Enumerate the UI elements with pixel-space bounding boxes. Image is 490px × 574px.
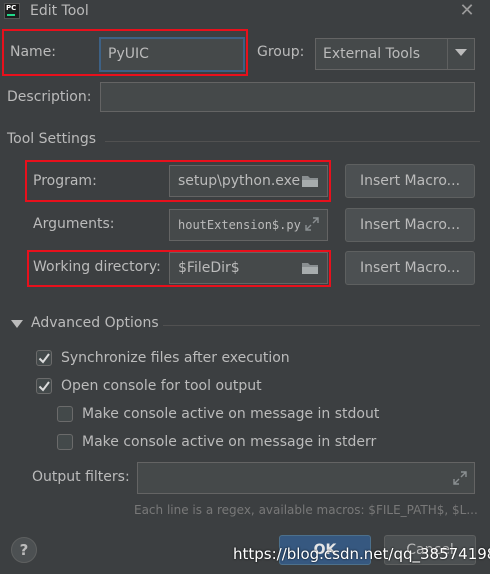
working-directory-label: Working directory: xyxy=(33,259,161,275)
advanced-options-separator xyxy=(163,325,480,326)
synchronize-files-checkbox[interactable] xyxy=(36,350,52,366)
close-icon[interactable]: ✕ xyxy=(458,0,476,22)
console-active-stderr-label: Make console active on message in stderr xyxy=(82,434,377,450)
synchronize-files-label: Synchronize files after execution xyxy=(61,350,290,366)
console-active-stdout-checkbox[interactable] xyxy=(57,406,73,422)
folder-icon[interactable] xyxy=(301,261,319,275)
program-value: setup\python.exe xyxy=(178,173,301,189)
program-insert-macro-button[interactable]: Insert Macro... xyxy=(345,164,475,198)
pycharm-icon: PC xyxy=(4,3,20,19)
arguments-insert-macro-button[interactable]: Insert Macro... xyxy=(345,208,475,242)
tool-settings-separator xyxy=(105,141,480,142)
group-select-value: External Tools xyxy=(323,46,421,62)
expand-icon[interactable] xyxy=(305,217,319,231)
group-label: Group: xyxy=(257,44,305,60)
output-filters-hint: Each line is a regex, available macros: … xyxy=(134,503,478,517)
help-button[interactable]: ? xyxy=(11,537,37,563)
window-title: Edit Tool xyxy=(30,3,89,19)
name-input[interactable]: PyUIC xyxy=(99,37,245,72)
open-console-label: Open console for tool output xyxy=(61,378,262,394)
output-filters-label: Output filters: xyxy=(32,469,130,485)
advanced-options-title[interactable]: Advanced Options xyxy=(31,315,159,331)
console-active-stdout-label: Make console active on message in stdout xyxy=(82,406,380,422)
console-active-stderr-checkbox[interactable] xyxy=(57,434,73,450)
arguments-value: houtExtension$.py xyxy=(178,218,301,232)
description-input[interactable] xyxy=(100,82,475,112)
output-filters-input[interactable] xyxy=(137,462,475,494)
chevron-down-icon[interactable] xyxy=(455,49,467,57)
working-directory-value: $FileDir$ xyxy=(178,260,240,276)
triangle-down-icon[interactable] xyxy=(11,320,23,329)
name-label: Name: xyxy=(10,44,57,60)
expand-icon[interactable] xyxy=(453,471,467,485)
watermark-text: https://blog.csdn.net/qq_38574198 xyxy=(233,545,490,563)
group-select-divider xyxy=(447,39,448,69)
tool-settings-title: Tool Settings xyxy=(7,131,97,147)
description-label: Description: xyxy=(7,89,92,105)
group-select[interactable]: External Tools xyxy=(315,38,475,70)
working-directory-insert-macro-button[interactable]: Insert Macro... xyxy=(345,251,475,285)
folder-icon[interactable] xyxy=(301,174,319,188)
program-label: Program: xyxy=(33,173,97,189)
checkmark-icon xyxy=(38,353,50,364)
checkmark-icon xyxy=(38,381,50,392)
arguments-label: Arguments: xyxy=(33,216,115,232)
open-console-checkbox[interactable] xyxy=(36,378,52,394)
